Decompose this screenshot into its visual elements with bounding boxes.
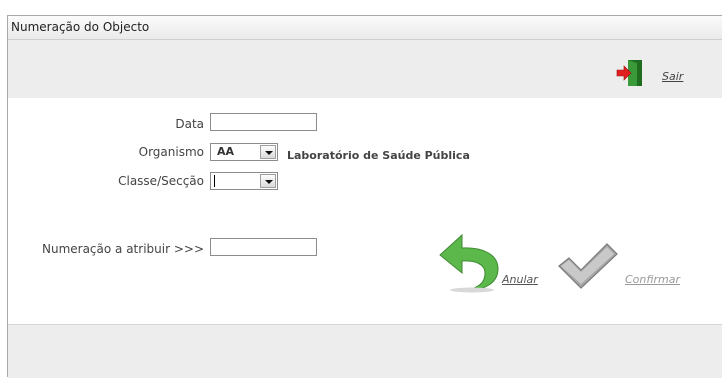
checkmark-icon[interactable] [557, 242, 619, 292]
title-bar: Numeração do Objecto [8, 16, 722, 40]
undo-arrow-icon[interactable] [438, 233, 504, 293]
exit-door-icon[interactable] [615, 59, 645, 87]
cancel-link[interactable]: Anular [502, 273, 538, 286]
organism-name: Laboratório de Saúde Pública [287, 149, 470, 162]
date-label: Data [175, 117, 204, 131]
organism-select[interactable]: AA [210, 143, 278, 161]
bottom-bar [8, 324, 722, 378]
window: Numeração do Objecto Sair Data Organismo… [7, 15, 722, 378]
class-section-select[interactable] [210, 172, 278, 190]
organism-label: Organismo [138, 145, 204, 159]
number-field[interactable] [210, 238, 317, 256]
date-field[interactable] [210, 113, 317, 131]
organism-value: AA [217, 145, 235, 158]
confirm-link[interactable]: Confirmar [625, 273, 680, 286]
chevron-down-icon[interactable] [260, 174, 276, 188]
window-title: Numeração do Objecto [11, 20, 150, 34]
chevron-down-icon[interactable] [260, 145, 276, 159]
exit-link[interactable]: Sair [662, 70, 683, 83]
toolbar: Sair [8, 40, 722, 98]
class-section-label: Classe/Secção [118, 174, 204, 188]
number-label: Numeração a atribuir >>> [41, 242, 204, 256]
text-caret [214, 175, 215, 187]
